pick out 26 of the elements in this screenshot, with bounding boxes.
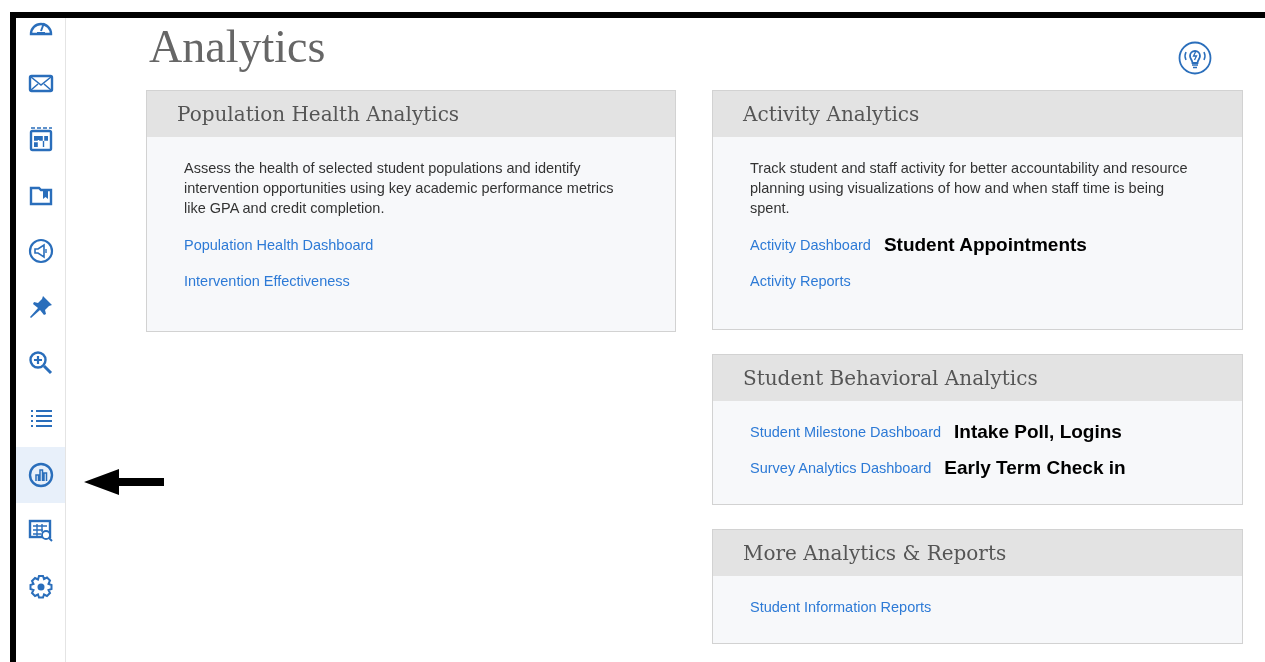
settings-icon [27, 574, 54, 600]
calendar-icon [27, 126, 54, 152]
card-title: Population Health Analytics [177, 102, 460, 126]
card-title: More Analytics & Reports [743, 541, 1007, 565]
annotation-text: Student Appointments [883, 234, 1087, 256]
table-search-icon [27, 518, 54, 544]
pin-icon [27, 294, 54, 320]
annotation-text: Intake Poll, Logins [954, 421, 1122, 443]
card-title: Student Behavioral Analytics [743, 366, 1038, 390]
bar-chart-icon [27, 462, 54, 488]
report-link[interactable]: Intervention Effectiveness [184, 273, 350, 289]
report-link[interactable]: Student Milestone Dashboard [750, 424, 942, 440]
report-link[interactable]: Student Information Reports [750, 599, 932, 615]
lightbulb-icon[interactable] [1178, 41, 1212, 75]
report-link[interactable]: Activity Reports [750, 273, 851, 289]
report-link[interactable]: Activity Dashboard [750, 237, 871, 253]
card-title: Activity Analytics [743, 102, 920, 126]
megaphone-icon [27, 238, 54, 264]
report-link[interactable]: Survey Analytics Dashboard [750, 460, 932, 476]
report-link[interactable]: Population Health Dashboard [184, 237, 374, 253]
page-title: Analytics [149, 20, 326, 73]
card-description: Assess the health of selected student populations and identify intervention opportunities using key academic performance metrics like GPA and credit completion. [184, 159, 615, 218]
zoom-in-icon [27, 350, 54, 376]
card-description: Track student and staff activity for better accountability and resource planning using visualizations of how and when staff time is being spent. [750, 159, 1189, 218]
sidebar-item[interactable] [16, 447, 65, 503]
annotation-text: Early Term Check in [944, 457, 1126, 479]
